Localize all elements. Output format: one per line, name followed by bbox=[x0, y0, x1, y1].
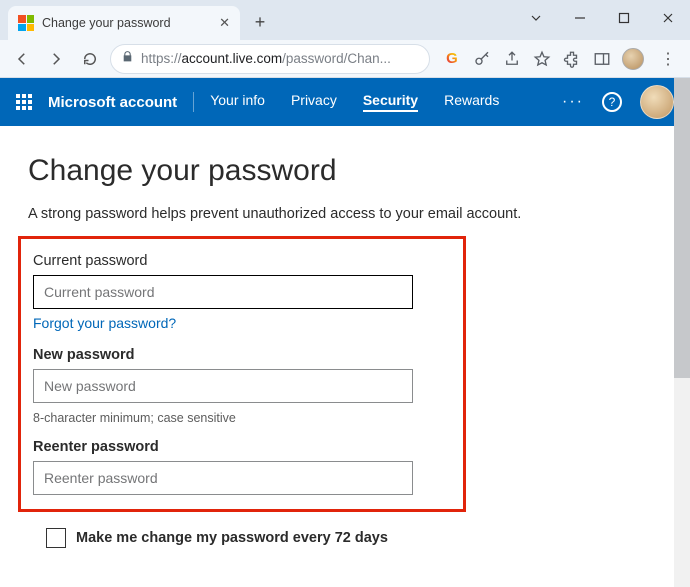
browser-toolbar: https://account.live.com/password/Chan..… bbox=[0, 40, 690, 78]
profile-avatar[interactable] bbox=[640, 85, 674, 119]
browser-tabstrip: Change your password ✕ + bbox=[0, 0, 690, 40]
url-text: https://account.live.com/password/Chan..… bbox=[141, 51, 391, 66]
brand-label[interactable]: Microsoft account bbox=[48, 94, 177, 111]
lock-icon bbox=[121, 50, 134, 68]
current-password-label: Current password bbox=[33, 253, 451, 269]
reload-button[interactable] bbox=[76, 45, 104, 73]
browser-tab[interactable]: Change your password ✕ bbox=[8, 6, 240, 40]
scrollbar-thumb[interactable] bbox=[674, 78, 690, 378]
window-minimize-icon[interactable] bbox=[558, 3, 602, 33]
highlighted-form-region: Current password Forgot your password? N… bbox=[18, 236, 466, 512]
window-maximize-icon[interactable] bbox=[602, 3, 646, 33]
tab-title: Change your password bbox=[42, 16, 211, 30]
expire-password-checkbox[interactable] bbox=[46, 528, 66, 548]
new-password-input[interactable] bbox=[33, 369, 413, 403]
page-viewport: Change your password A strong password h… bbox=[0, 126, 674, 587]
window-chevron-icon[interactable] bbox=[514, 3, 558, 33]
nav-your-info[interactable]: Your info bbox=[210, 92, 265, 112]
reenter-password-label: Reenter password bbox=[33, 439, 451, 455]
page-subtext: A strong password helps prevent unauthor… bbox=[28, 206, 646, 222]
nav-separator bbox=[193, 92, 194, 112]
forgot-password-link[interactable]: Forgot your password? bbox=[33, 315, 176, 331]
current-password-input[interactable] bbox=[33, 275, 413, 309]
vertical-scrollbar[interactable] bbox=[674, 78, 690, 587]
forward-button[interactable] bbox=[42, 45, 70, 73]
share-icon[interactable] bbox=[502, 49, 522, 69]
google-icon[interactable]: G bbox=[442, 49, 462, 69]
page-title: Change your password bbox=[28, 154, 646, 188]
kebab-menu-icon[interactable]: ⋮ bbox=[654, 49, 682, 69]
page-content: Change your password A strong password h… bbox=[0, 126, 674, 558]
back-button[interactable] bbox=[8, 45, 36, 73]
star-icon[interactable] bbox=[532, 49, 552, 69]
nav-security[interactable]: Security bbox=[363, 92, 418, 112]
key-icon[interactable] bbox=[472, 49, 492, 69]
profile-avatar-small[interactable] bbox=[622, 48, 644, 70]
microsoft-favicon bbox=[18, 15, 34, 31]
tab-close-icon[interactable]: ✕ bbox=[219, 15, 230, 31]
window-close-icon[interactable] bbox=[646, 3, 690, 33]
nav-more-icon[interactable]: ··· bbox=[562, 93, 584, 111]
reenter-password-input[interactable] bbox=[33, 461, 413, 495]
toolbar-icons: G ⋮ bbox=[442, 48, 682, 70]
help-icon[interactable]: ? bbox=[602, 92, 622, 112]
address-bar[interactable]: https://account.live.com/password/Chan..… bbox=[110, 44, 430, 74]
site-header: Microsoft account Your info Privacy Secu… bbox=[0, 78, 690, 126]
expire-password-label: Make me change my password every 72 days bbox=[76, 530, 388, 546]
window-controls bbox=[514, 0, 690, 33]
new-tab-button[interactable]: + bbox=[246, 8, 274, 36]
nav-rewards[interactable]: Rewards bbox=[444, 92, 499, 112]
new-password-label: New password bbox=[33, 347, 451, 363]
checkbox-row: Make me change my password every 72 days bbox=[46, 528, 646, 548]
nav-privacy[interactable]: Privacy bbox=[291, 92, 337, 112]
nav-links: Your info Privacy Security Rewards bbox=[210, 92, 499, 112]
password-hint: 8-character minimum; case sensitive bbox=[33, 411, 451, 425]
extensions-icon[interactable] bbox=[562, 49, 582, 69]
app-launcher-icon[interactable] bbox=[16, 94, 32, 110]
panel-icon[interactable] bbox=[592, 49, 612, 69]
